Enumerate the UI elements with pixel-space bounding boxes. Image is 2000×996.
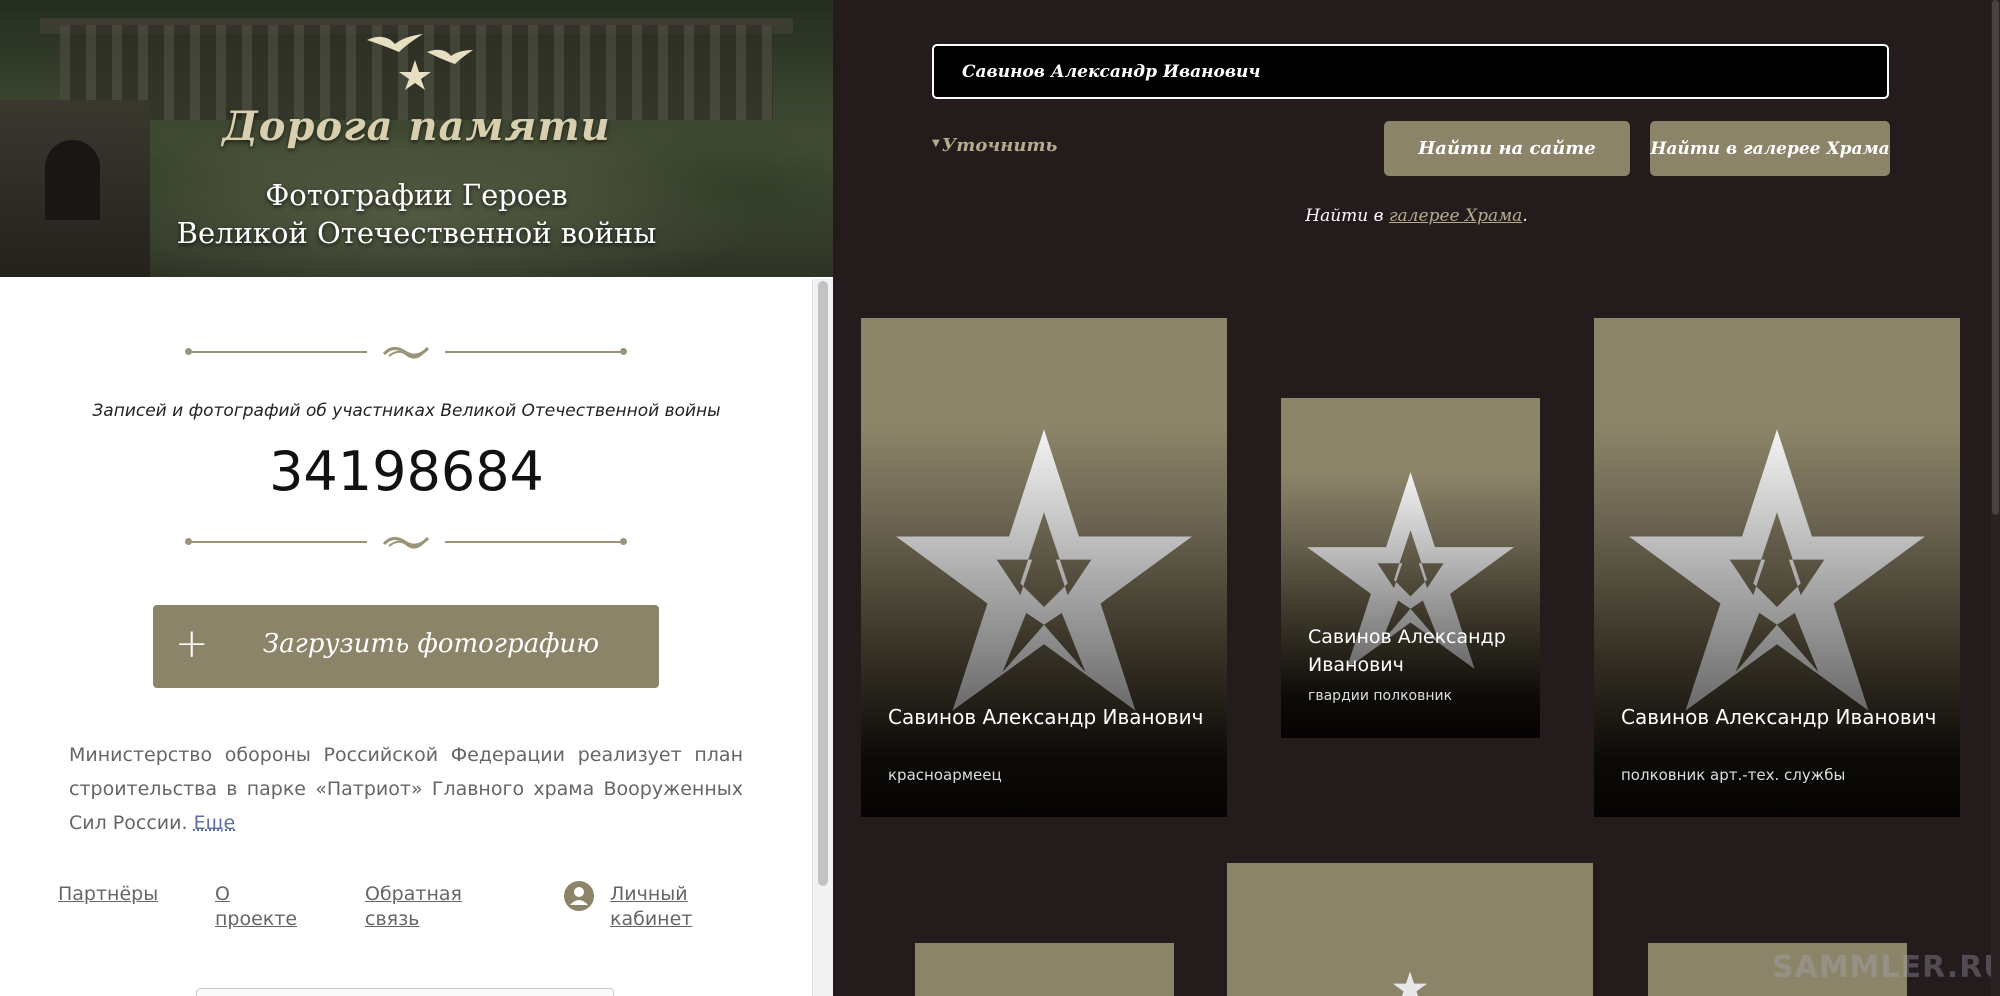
upload-photo-button[interactable]: + Загрузить фотографию [153,605,659,688]
star-icon [1393,971,1427,996]
gallery-hint-prefix: Найти в [1305,206,1389,226]
about-paragraph: Министерство обороны Российской Федераци… [69,738,743,840]
records-count: 34198684 [269,440,544,503]
upload-photo-label: Загрузить фотографию [262,629,600,659]
hero-banner: Дорога памяти Фотографии Героев Великой … [0,0,833,277]
star-icon [1629,429,1925,711]
user-icon[interactable] [564,881,594,911]
result-name: Савинов Александр Иванович [888,705,1204,729]
refine-toggle[interactable]: ▼ Уточнить [932,135,1057,156]
hero-title-line1: Фотографии Героев [265,178,568,212]
left-panel: Дорога памяти Фотографии Героев Великой … [0,0,833,996]
flourish-icon [382,536,430,549]
result-rank: гвардии полковник [1308,688,1453,704]
gallery-hint-suffix: . [1522,206,1528,226]
cranes-star-icon [367,34,473,90]
result-card[interactable]: Савинов Александр Иванович гвардии полко… [1281,398,1540,738]
find-on-site-button[interactable]: Найти на сайте [1384,121,1630,176]
about-text: Министерство обороны Российской Федераци… [69,744,743,834]
hero-title: Фотографии Героев Великой Отечественной … [0,176,833,252]
partners-box [196,988,614,996]
refine-label: Уточнить [941,135,1058,156]
footer-link-about[interactable]: О проекте [215,882,305,932]
result-rank: полковник арт.-тех. службы [1621,766,1846,784]
about-more-link[interactable]: Еще [194,812,236,834]
result-card[interactable] [1227,863,1593,996]
right-panel: ▼Уточнить Найти на сайте Найти в галерее… [833,0,2000,996]
right-scrollbar-thumb[interactable] [1992,0,1999,515]
hero-title-line2: Великой Отечественной войны [176,216,657,250]
result-name: Савинов Александр Иванович [1621,705,1937,729]
left-scrollbar-thumb[interactable] [818,281,828,886]
result-card[interactable] [915,943,1174,996]
star-icon [896,429,1192,711]
flourish-icon [382,346,430,359]
result-card[interactable]: Савинов Александр Иванович красноармеец [861,318,1227,817]
records-label: Записей и фотографий об участниках Велик… [92,401,721,421]
footer-link-partners[interactable]: Партнёры [58,882,158,907]
left-scrollbar[interactable] [812,279,833,996]
result-name: Савинов Александр Иванович [1308,626,1506,676]
site-logo[interactable]: Дорога памяти [0,103,833,150]
gallery-link[interactable]: галерее Храма [1389,206,1522,226]
result-rank: красноармеец [888,766,1002,784]
ornament-divider-bottom [185,532,627,552]
triangle-down-icon: ▼ [932,138,940,149]
right-scrollbar[interactable] [1991,0,2000,996]
search-input[interactable] [932,44,1889,99]
ornament-divider-top [185,342,627,362]
find-in-gallery-button[interactable]: Найти в галерее Храма [1650,121,1890,176]
watermark: SAMMLER.RU [1772,950,2000,985]
footer-link-cabinet[interactable]: Личный кабинет [610,882,710,932]
gallery-hint: Найти в галерее Храма. [833,206,2000,226]
footer-link-feedback[interactable]: Обратная связь [365,882,475,932]
result-card[interactable]: Савинов Александр Иванович полковник арт… [1594,318,1960,817]
